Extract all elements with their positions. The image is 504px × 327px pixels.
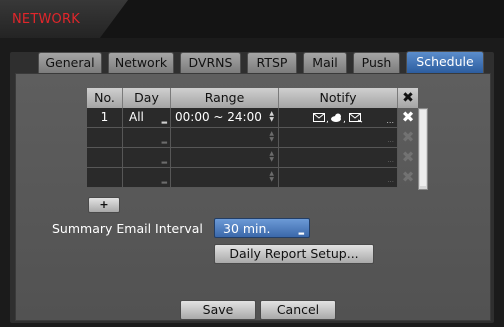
notify-more-icon[interactable]: ... bbox=[386, 117, 394, 125]
tab-general[interactable]: General bbox=[38, 52, 102, 73]
cloud-icon bbox=[331, 113, 341, 122]
window-title: NETWORK bbox=[12, 12, 80, 27]
delete-all-icon[interactable]: ✖ bbox=[398, 88, 418, 108]
tab-network[interactable]: Network bbox=[108, 52, 174, 73]
tab-push[interactable]: Push bbox=[353, 52, 400, 73]
dropdown-arrow-icon: ▂ bbox=[161, 156, 167, 164]
spinner-arrows-icon: ▲ ▼ bbox=[269, 130, 274, 143]
row-no: 1 bbox=[87, 108, 123, 128]
table-row: 1 All ▂ 00:00 ~ 24:00 ▲ ▼ , , ... bbox=[87, 108, 417, 128]
dropdown-arrow-icon: ▂ bbox=[161, 176, 167, 184]
save-button[interactable]: Save bbox=[180, 300, 256, 320]
table-scrollbar[interactable] bbox=[418, 108, 428, 190]
summary-interval-label: Summary Email Interval bbox=[52, 221, 203, 236]
day-select[interactable]: ▂ bbox=[123, 128, 171, 148]
summary-interval-select[interactable]: 30 min. ▂ bbox=[214, 218, 310, 238]
day-select[interactable]: ▂ bbox=[123, 168, 171, 188]
table-row: ▂ ▲ ▼ ... bbox=[87, 168, 417, 188]
delete-row-icon: ✖ bbox=[401, 168, 415, 186]
row-no bbox=[87, 148, 123, 168]
header-no: No. bbox=[87, 88, 123, 108]
summary-interval-value: 30 min. bbox=[223, 221, 271, 236]
notify-icons: , , bbox=[313, 113, 363, 123]
tab-mail[interactable]: Mail bbox=[303, 52, 347, 73]
notify-cell[interactable]: ... bbox=[279, 128, 398, 148]
mail-icon bbox=[313, 113, 325, 122]
cancel-button[interactable]: Cancel bbox=[260, 300, 336, 320]
notify-more-icon: ... bbox=[387, 156, 394, 164]
notify-cell[interactable]: ... bbox=[279, 148, 398, 168]
network-dialog: NETWORK General Network DVRNS RTSP Mail … bbox=[0, 0, 504, 327]
notify-more-icon: ... bbox=[387, 176, 394, 184]
notify-cell[interactable]: ... bbox=[279, 168, 398, 188]
spinner-arrows-icon[interactable]: ▲ ▼ bbox=[269, 111, 274, 123]
notify-cell[interactable]: , , ... bbox=[279, 108, 398, 128]
range-spinner[interactable]: ▲ ▼ bbox=[171, 128, 279, 148]
add-schedule-button[interactable]: + bbox=[88, 197, 120, 213]
range-spinner[interactable]: ▲ ▼ bbox=[171, 168, 279, 188]
spinner-arrows-icon: ▲ ▼ bbox=[269, 170, 274, 183]
row-no bbox=[87, 128, 123, 148]
day-value: All bbox=[129, 110, 144, 124]
row-no bbox=[87, 168, 123, 188]
dropdown-arrow-icon: ▂ bbox=[161, 136, 167, 144]
tab-rtsp[interactable]: RTSP bbox=[247, 52, 297, 73]
delete-row-icon: ✖ bbox=[401, 148, 415, 166]
header-day: Day bbox=[123, 88, 171, 108]
range-spinner[interactable]: 00:00 ~ 24:00 ▲ ▼ bbox=[171, 108, 279, 128]
header-range: Range bbox=[171, 88, 279, 108]
header-notify: Notify bbox=[279, 88, 398, 108]
daily-report-setup-button[interactable]: Daily Report Setup... bbox=[214, 244, 374, 264]
table-row: ▂ ▲ ▼ ... bbox=[87, 148, 417, 168]
scrollbar-thumb[interactable] bbox=[420, 110, 426, 186]
notify-more-icon: ... bbox=[387, 136, 394, 144]
tab-schedule[interactable]: Schedule bbox=[406, 51, 484, 73]
range-spinner[interactable]: ▲ ▼ bbox=[171, 148, 279, 168]
range-value: 00:00 ~ 24:00 bbox=[175, 110, 262, 124]
mail-attachment-icon bbox=[349, 113, 363, 123]
spinner-arrows-icon: ▲ ▼ bbox=[269, 150, 274, 163]
day-select[interactable]: ▂ bbox=[123, 148, 171, 168]
svg-text:,: , bbox=[326, 115, 329, 123]
dropdown-arrow-icon: ▂ bbox=[298, 227, 304, 235]
delete-row-icon: ✖ bbox=[401, 128, 415, 146]
dropdown-arrow-icon: ▂ bbox=[161, 116, 167, 124]
delete-row-icon[interactable]: ✖ bbox=[397, 108, 419, 127]
svg-text:,: , bbox=[343, 115, 346, 123]
day-select[interactable]: All ▂ bbox=[123, 108, 171, 128]
title-bar: NETWORK bbox=[0, 0, 504, 38]
table-row: ▂ ▲ ▼ ... bbox=[87, 128, 417, 148]
tab-dvrns[interactable]: DVRNS bbox=[180, 52, 241, 73]
